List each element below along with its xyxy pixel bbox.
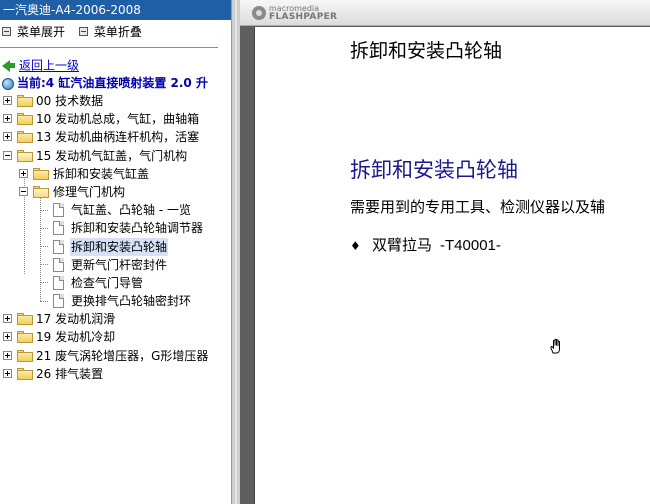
folder-open-icon: [33, 185, 49, 198]
tree-item-label[interactable]: 19 发动机冷却: [36, 328, 115, 346]
tree-item-21[interactable]: 21 废气涡轮增压器，G形增压器: [0, 347, 231, 365]
brand-bottom: FLASHPAPER: [269, 12, 338, 22]
document-heading: 拆卸和安装凸轮轴: [350, 158, 518, 182]
folder-icon: [17, 131, 33, 144]
folder-icon: [17, 95, 33, 107]
tree-item-cylinder-head[interactable]: 拆卸和安装气缸盖: [0, 165, 231, 183]
tool-name: 双臂拉马: [372, 236, 433, 254]
globe-icon: [2, 77, 14, 90]
document-page[interactable]: 拆卸和安装凸轮轴 拆卸和安装凸轮轴 需要用到的专用工具、检测仪器以及辅 ♦ 双臂拉…: [254, 27, 650, 504]
tool-list-item: ♦ 双臂拉马 -T40001-: [350, 234, 501, 255]
expand-icon[interactable]: [3, 332, 12, 342]
pane-splitter[interactable]: [231, 0, 240, 504]
tree-view: 00 技术数据 10 发动机总成，气缸，曲轴箱 13 发动机曲柄连杆机构，活塞 …: [0, 92, 231, 383]
folder-icon: [17, 313, 33, 326]
collapse-icon[interactable]: [19, 186, 28, 196]
expand-icon[interactable]: [3, 350, 12, 360]
tree-item-label[interactable]: 13 发动机曲柄连杆机构，活塞: [36, 128, 199, 146]
tree-item-overview[interactable]: 气缸盖、凸轮轴 - 一览: [0, 201, 231, 219]
tree-item-label[interactable]: 检查气门导管: [71, 274, 143, 292]
document-icon: [53, 221, 64, 236]
collapse-icon[interactable]: [3, 150, 12, 160]
menu-collapse-button[interactable]: 菜单折叠: [94, 25, 142, 39]
current-location-label: 当前:4 缸汽油直接喷射装置 2.0 升: [17, 76, 208, 90]
tree-item-26[interactable]: 26 排气装置: [0, 365, 231, 383]
tree-item-00[interactable]: 00 技术数据: [0, 92, 231, 110]
folder-icon: [17, 113, 33, 126]
app-title: 一汽奥迪-A4-2006-2008: [0, 0, 231, 20]
divider-line: [0, 47, 218, 48]
tree-item-label[interactable]: 更换排气凸轮轴密封环: [71, 292, 191, 310]
tree-item-15[interactable]: 15 发动机气缸盖，气门机构: [0, 147, 231, 165]
tree-item-label[interactable]: 气缸盖、凸轮轴 - 一览: [71, 201, 191, 219]
tree-item-label[interactable]: 更新气门杆密封件: [71, 256, 167, 274]
expand-icon[interactable]: [3, 314, 12, 324]
document-icon: [53, 239, 64, 254]
folder-icon: [33, 167, 49, 180]
expand-icon[interactable]: [3, 368, 12, 378]
tree-item-label[interactable]: 26 排气装置: [36, 365, 103, 383]
tree-item-10[interactable]: 10 发动机总成，气缸，曲轴箱: [0, 110, 231, 128]
tree-item-label[interactable]: 拆卸和安装凸轮轴调节器: [71, 219, 203, 237]
tree-item-13[interactable]: 13 发动机曲柄连杆机构，活塞: [0, 128, 231, 146]
tree-item-valve-guide[interactable]: 检查气门导管: [0, 274, 231, 292]
document-icon: [53, 275, 64, 290]
tree-item-label[interactable]: 21 废气涡轮增压器，G形增压器: [36, 347, 208, 365]
document-body-text: 需要用到的专用工具、检测仪器以及辅: [350, 198, 606, 216]
flashpaper-viewer: macromedia FLASHPAPER 拆卸和安装凸轮轴 拆卸和安装凸轮轴 …: [240, 0, 650, 504]
expand-icon[interactable]: [2, 27, 11, 36]
tree-item-label[interactable]: 00 技术数据: [36, 92, 103, 110]
folder-icon: [17, 331, 33, 344]
tree-item-label[interactable]: 10 发动机总成，气缸，曲轴箱: [36, 110, 199, 128]
tree-item-label[interactable]: 17 发动机润滑: [36, 310, 115, 328]
back-link-row[interactable]: 返回上一级: [2, 57, 79, 73]
menu-row: 菜单展开 菜单折叠: [0, 20, 231, 42]
folder-open-icon: [17, 149, 33, 162]
back-arrow-stem: [9, 63, 15, 68]
collapse-icon[interactable]: [78, 27, 88, 36]
document-icon: [53, 294, 64, 309]
navigation-panel: 一汽奥迪-A4-2006-2008 菜单展开 菜单折叠 返回上一级 当前:4 缸…: [0, 0, 231, 504]
back-link[interactable]: 返回上一级: [19, 59, 79, 73]
tree-item-label[interactable]: 拆卸和安装气缸盖: [53, 165, 149, 183]
expand-icon[interactable]: [3, 132, 12, 142]
document-header: 拆卸和安装凸轮轴: [350, 40, 503, 62]
folder-icon: [17, 367, 33, 380]
tool-code: -T40001-: [440, 237, 501, 254]
tree-item-17[interactable]: 17 发动机润滑: [0, 310, 231, 328]
macromedia-logo-icon: [252, 6, 266, 20]
tree-item-seal-ring[interactable]: 更换排气凸轮轴密封环: [0, 292, 231, 310]
expand-icon[interactable]: [3, 96, 12, 105]
expand-icon[interactable]: [3, 114, 12, 124]
tree-item-valve-repair[interactable]: 修理气门机构: [0, 183, 231, 201]
hand-cursor-icon: [550, 338, 560, 354]
tree-item-valve-seal[interactable]: 更新气门杆密封件: [0, 256, 231, 274]
menu-expand-button[interactable]: 菜单展开: [17, 25, 65, 39]
current-location: 当前:4 缸汽油直接喷射装置 2.0 升: [2, 74, 208, 92]
tree-item-label[interactable]: 拆卸和安装凸轮轴: [70, 237, 169, 256]
document-icon: [53, 257, 64, 272]
tree-item-label[interactable]: 15 发动机气缸盖，气门机构: [36, 147, 187, 165]
document-icon: [53, 203, 64, 218]
tree-item-adjuster[interactable]: 拆卸和安装凸轮轴调节器: [0, 219, 231, 237]
tree-item-19[interactable]: 19 发动机冷却: [0, 328, 231, 346]
folder-icon: [17, 349, 33, 362]
tree-item-camshaft-selected[interactable]: 拆卸和安装凸轮轴: [0, 237, 231, 256]
viewer-toolbar: macromedia FLASHPAPER: [240, 0, 650, 26]
bullet-diamond-icon: ♦: [350, 239, 361, 253]
expand-icon[interactable]: [19, 168, 28, 178]
tree-item-label[interactable]: 修理气门机构: [53, 183, 125, 201]
